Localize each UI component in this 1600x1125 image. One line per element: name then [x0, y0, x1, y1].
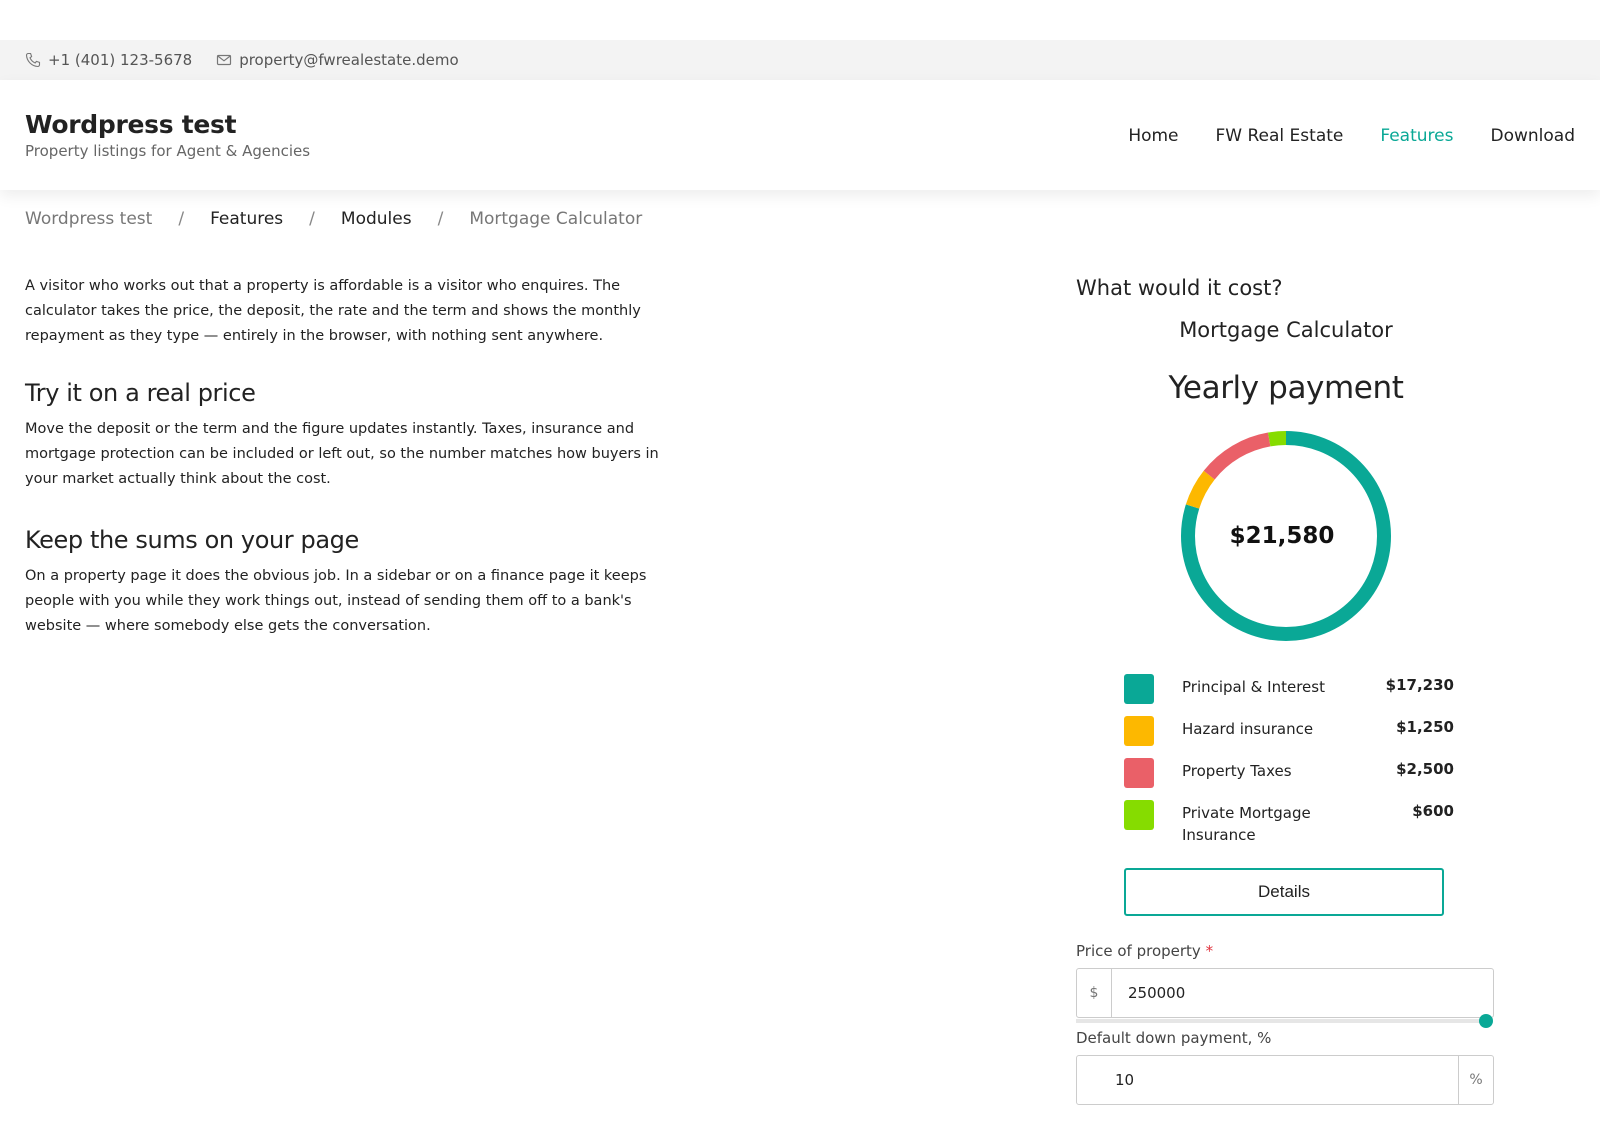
down-payment-field: % [1076, 1055, 1494, 1105]
legend-item: Principal & Interest $17,230 [1124, 674, 1454, 716]
legend-item: Property Taxes $2,500 [1124, 758, 1454, 800]
legend-item: Private Mortgage Insurance $600 [1124, 800, 1454, 844]
legend-swatch [1124, 800, 1154, 830]
site-header: Wordpress test Property listings for Age… [0, 80, 1600, 190]
phone-contact[interactable]: +1 (401) 123-5678 [25, 51, 192, 69]
legend-swatch [1124, 674, 1154, 704]
site-tagline: Property listings for Agent & Agencies [25, 142, 311, 160]
down-payment-label: Default down payment, % [1076, 1029, 1272, 1047]
price-slider[interactable] [1076, 1014, 1493, 1028]
phone-icon [25, 52, 41, 68]
price-slider-thumb[interactable] [1479, 1014, 1493, 1028]
breadcrumb-separator: / [309, 209, 315, 229]
price-field: $ [1076, 968, 1494, 1018]
price-slider-fill [1076, 1019, 1486, 1023]
legend-item: Hazard insurance $1,250 [1124, 716, 1454, 758]
donut-total-label: $21,580 [1230, 523, 1335, 549]
price-input[interactable] [1112, 968, 1493, 1018]
section-heading: Try it on a real price [25, 379, 256, 407]
section-paragraph: On a property page it does the obvious j… [25, 568, 647, 634]
section-paragraph: Move the deposit or the term and the fig… [25, 421, 659, 487]
breadcrumb: Wordpress test / Features / Modules / Mo… [25, 209, 642, 229]
widget-heading: What would it cost? [1076, 276, 1283, 300]
breadcrumb-separator: / [178, 209, 185, 229]
email-address[interactable]: property@fwrealestate.demo [239, 51, 458, 69]
legend-label: Principal & Interest [1182, 678, 1325, 696]
price-label-text: Price of property [1076, 942, 1201, 960]
legend-value: $17,230 [1385, 676, 1454, 694]
breadcrumb-item-features[interactable]: Features [210, 209, 283, 229]
nav-item-features[interactable]: Features [1380, 126, 1453, 146]
payment-period-label: Yearly payment [1168, 370, 1404, 406]
price-label: Price of property * [1076, 942, 1213, 960]
legend-label: Property Taxes [1182, 762, 1292, 780]
site-title[interactable]: Wordpress test [25, 110, 237, 139]
down-payment-input[interactable] [1077, 1055, 1458, 1105]
legend-value: $600 [1412, 802, 1454, 820]
email-contact[interactable]: property@fwrealestate.demo [216, 51, 459, 69]
breadcrumb-item-home[interactable]: Wordpress test [25, 209, 152, 229]
mail-icon [217, 54, 232, 66]
calculator-title: Mortgage Calculator [1179, 318, 1393, 342]
nav-item-download[interactable]: Download [1490, 126, 1575, 146]
contact-bar: +1 (401) 123-5678 property@fwrealestate.… [0, 40, 1600, 80]
details-button[interactable]: Details [1124, 868, 1444, 916]
currency-prefix: $ [1077, 969, 1112, 1017]
article-content: A visitor who works out that a property … [25, 274, 675, 639]
legend-label: Hazard insurance [1182, 720, 1314, 738]
main-nav: Home FW Real Estate Features Download [1091, 126, 1575, 146]
payment-donut-chart: $21,580 [1181, 431, 1391, 641]
legend-value: $1,250 [1396, 718, 1454, 736]
legend-swatch [1124, 758, 1154, 788]
required-marker: * [1205, 942, 1214, 960]
breadcrumb-separator: / [437, 209, 444, 229]
breadcrumb-item-modules[interactable]: Modules [341, 209, 412, 229]
nav-item-home[interactable]: Home [1128, 126, 1178, 146]
legend-label: Private Mortgage Insurance [1182, 804, 1311, 844]
phone-number[interactable]: +1 (401) 123-5678 [48, 51, 192, 69]
legend-swatch [1124, 716, 1154, 746]
breadcrumb-item-current: Mortgage Calculator [469, 209, 643, 229]
intro-paragraph: A visitor who works out that a property … [25, 278, 641, 344]
legend-value: $2,500 [1396, 760, 1454, 778]
nav-item-fw-real-estate[interactable]: FW Real Estate [1216, 126, 1344, 146]
percent-suffix: % [1458, 1056, 1493, 1104]
section-heading: Keep the sums on your page [25, 526, 359, 554]
payment-breakdown-legend: Principal & Interest $17,230 Hazard insu… [1124, 674, 1454, 844]
